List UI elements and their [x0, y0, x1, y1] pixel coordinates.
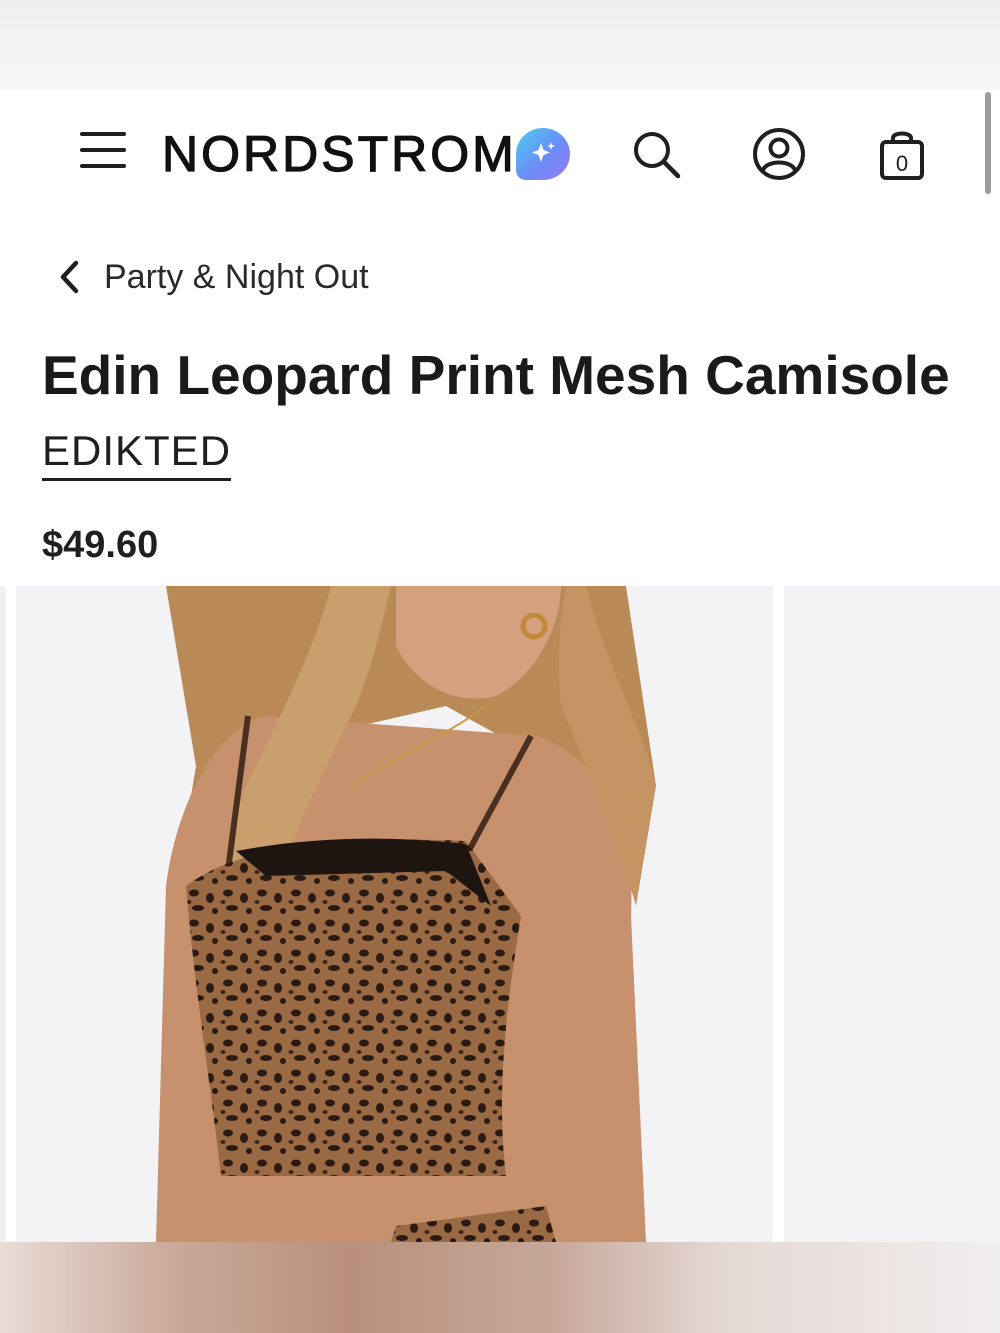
product-image-carousel[interactable] — [0, 586, 1000, 1242]
scrollbar-thumb[interactable] — [985, 92, 991, 194]
browser-top-band — [0, 0, 1000, 90]
brand-link[interactable]: EDIKTED — [42, 426, 232, 481]
bag-count: 0 — [896, 151, 908, 176]
product-price: $49.60 — [42, 524, 159, 566]
menu-icon[interactable] — [80, 132, 126, 176]
blurred-bottom-bar — [0, 1242, 1000, 1333]
product-page: NORDSTROM 0 Party & Night Out Edin Leopa… — [0, 0, 1000, 1333]
shopping-bag-icon[interactable]: 0 — [874, 126, 930, 182]
breadcrumb-label: Party & Night Out — [104, 257, 369, 296]
breadcrumb[interactable]: Party & Night Out — [56, 255, 369, 299]
product-title: Edin Leopard Print Mesh Camisole — [42, 344, 950, 406]
ai-assistant-icon[interactable] — [516, 128, 570, 180]
nordstrom-logo[interactable]: NORDSTROM — [161, 124, 517, 184]
chevron-left-icon — [60, 260, 79, 294]
next-image-peek[interactable] — [784, 586, 1000, 1242]
previous-image-peek[interactable] — [0, 586, 6, 1242]
account-icon[interactable] — [751, 126, 807, 182]
search-icon[interactable] — [628, 126, 684, 182]
product-image[interactable] — [16, 586, 773, 1242]
